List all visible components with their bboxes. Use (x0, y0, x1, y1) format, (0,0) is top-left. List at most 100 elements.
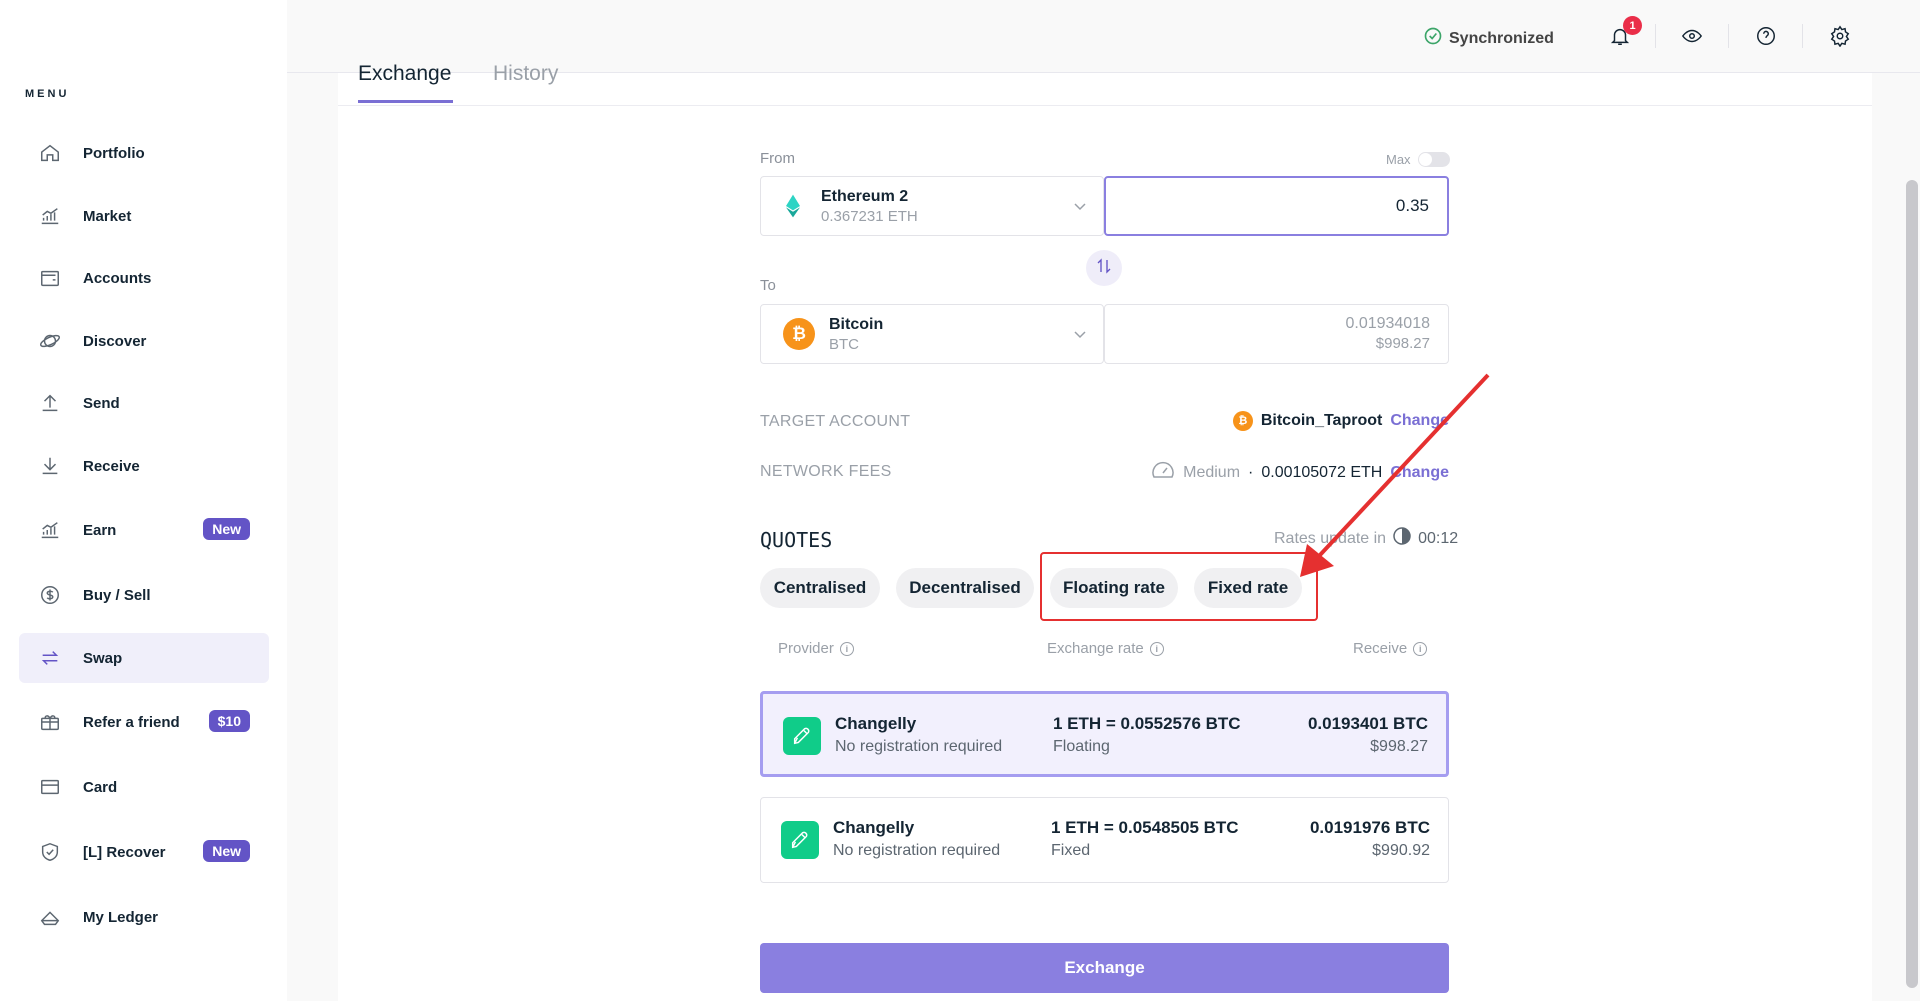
swap-arrows-icon (1095, 257, 1113, 280)
fee-speed: Medium (1183, 463, 1241, 481)
quote-row[interactable]: Changelly No registration required 1 ETH… (760, 797, 1449, 883)
sidebar-item-portfolio[interactable]: Portfolio (19, 128, 269, 178)
upload-icon (39, 392, 61, 414)
from-amount-input[interactable]: 0.35 (1104, 176, 1449, 236)
countdown: 00:12 (1418, 529, 1459, 547)
info-icon[interactable]: i (839, 641, 854, 656)
to-amount: 0.01934018 (1345, 315, 1430, 332)
info-icon[interactable]: i (1149, 641, 1164, 656)
to-amount-display: 0.01934018 $998.27 (1104, 304, 1449, 364)
receive-amount: 0.0191976 BTC (1309, 818, 1430, 837)
eye-icon[interactable] (1679, 23, 1705, 49)
sidebar-item-label: [L] Recover (83, 843, 166, 861)
rate-type: Fixed (1051, 842, 1091, 859)
bitcoin-icon: ₿ (1232, 411, 1253, 431)
divider (1802, 24, 1803, 48)
wallet-icon (39, 267, 61, 289)
sidebar-item-label: Market (83, 207, 132, 225)
help-icon[interactable] (1753, 23, 1779, 49)
info-icon[interactable]: i (1413, 641, 1428, 656)
provider-sub: No registration required (835, 738, 1003, 755)
rate-type: Floating (1053, 738, 1110, 755)
sidebar-item-accounts[interactable]: Accounts (19, 253, 269, 303)
sidebar-item-earn[interactable]: Earn New (19, 505, 269, 555)
sync-status[interactable]: Synchronized (1423, 26, 1554, 51)
gift-icon (39, 711, 61, 733)
from-coin-balance: 0.367231 ETH (821, 207, 918, 225)
swap-icon (39, 647, 61, 669)
menu-title: MENU (25, 88, 70, 100)
scrollbar[interactable] (1906, 180, 1918, 988)
to-coin-name: Bitcoin (829, 315, 884, 333)
provider-name: Changelly (835, 714, 917, 733)
sidebar-item-card[interactable]: Card (19, 762, 269, 812)
quote-row[interactable]: Changelly No registration required 1 ETH… (760, 691, 1449, 777)
shield-icon (39, 841, 61, 863)
card-icon (39, 776, 61, 798)
filter-centralised[interactable]: Centralised (760, 568, 880, 608)
to-currency-select[interactable]: ₿ Bitcoin BTC (760, 304, 1104, 364)
chart-icon (39, 519, 61, 541)
new-badge: New (203, 840, 250, 862)
provider-sub: No registration required (833, 842, 1001, 859)
from-currency-select[interactable]: Ethereum 2 0.367231 ETH (760, 176, 1104, 236)
tab-exchange[interactable]: Exchange (358, 62, 451, 86)
sidebar-item-label: Discover (83, 332, 147, 350)
receive-usd: $998.27 (1370, 738, 1428, 755)
sidebar-item-recover[interactable]: [L] Recover New (19, 827, 269, 877)
tab-indicator (358, 100, 453, 103)
sidebar: MENU Portfolio Market Accounts Discover … (0, 0, 287, 1001)
chevron-down-icon (1073, 199, 1087, 218)
from-label: From (760, 150, 795, 167)
provider-name: Changelly (833, 818, 915, 837)
sidebar-item-label: Card (83, 778, 118, 796)
ethereum-icon (783, 193, 803, 219)
sidebar-item-label: Send (83, 394, 120, 412)
separator: · (1248, 463, 1254, 481)
column-exchange-rate: Exchange rate i (1047, 640, 1164, 657)
download-icon (39, 455, 61, 477)
sidebar-item-buy-sell[interactable]: Buy / Sell (19, 570, 269, 620)
filter-decentralised[interactable]: Decentralised (896, 568, 1034, 608)
exchange-button[interactable]: Exchange (760, 943, 1449, 993)
divider (1728, 24, 1729, 48)
sidebar-item-label: Portfolio (83, 144, 145, 162)
chevron-down-icon (1073, 327, 1087, 346)
sidebar-item-receive[interactable]: Receive (19, 441, 269, 491)
sidebar-item-my-ledger[interactable]: My Ledger (19, 892, 269, 942)
sidebar-item-swap[interactable]: Swap (19, 633, 269, 683)
column-label: Exchange rate (1047, 640, 1144, 657)
timer-icon (1392, 526, 1412, 551)
divider (1655, 24, 1656, 48)
annotation-highlight-box (1040, 552, 1318, 621)
sidebar-item-label: My Ledger (83, 908, 159, 926)
swap-direction-button[interactable] (1086, 250, 1122, 286)
changelly-logo-icon (783, 717, 821, 755)
max-toggle[interactable] (1418, 152, 1450, 167)
receive-amount: 0.0193401 BTC (1307, 714, 1428, 733)
sidebar-item-send[interactable]: Send (19, 378, 269, 428)
sidebar-item-label: Refer a friend (83, 713, 180, 731)
sidebar-item-discover[interactable]: Discover (19, 316, 269, 366)
sidebar-item-label: Swap (83, 649, 123, 667)
fee-amount: 0.00105072 ETH (1261, 463, 1383, 481)
reward-badge: $10 (208, 710, 250, 732)
home-icon (39, 142, 61, 164)
column-label: Provider (778, 640, 834, 657)
sidebar-item-refer-a-friend[interactable]: Refer a friend $10 (19, 697, 269, 747)
sidebar-item-market[interactable]: Market (19, 191, 269, 241)
change-account-link[interactable]: Change (1390, 412, 1449, 430)
change-fees-link[interactable]: Change (1390, 464, 1449, 482)
planet-icon (39, 330, 61, 352)
speedometer-icon (1151, 460, 1175, 485)
notification-badge: 1 (1623, 16, 1642, 35)
network-fees-label: NETWORK FEES (760, 463, 892, 480)
tab-history[interactable]: History (493, 62, 558, 86)
network-fees-value: Medium · 0.00105072 ETH Change (1151, 460, 1449, 485)
gear-icon[interactable] (1827, 23, 1853, 49)
to-amount-usd: $998.27 (1375, 335, 1430, 352)
rates-update-label: Rates update in (1274, 529, 1387, 547)
target-account-value: ₿ Bitcoin_Taproot Change (1232, 411, 1449, 431)
bitcoin-icon: ₿ (783, 318, 815, 350)
changelly-logo-icon (781, 821, 819, 859)
